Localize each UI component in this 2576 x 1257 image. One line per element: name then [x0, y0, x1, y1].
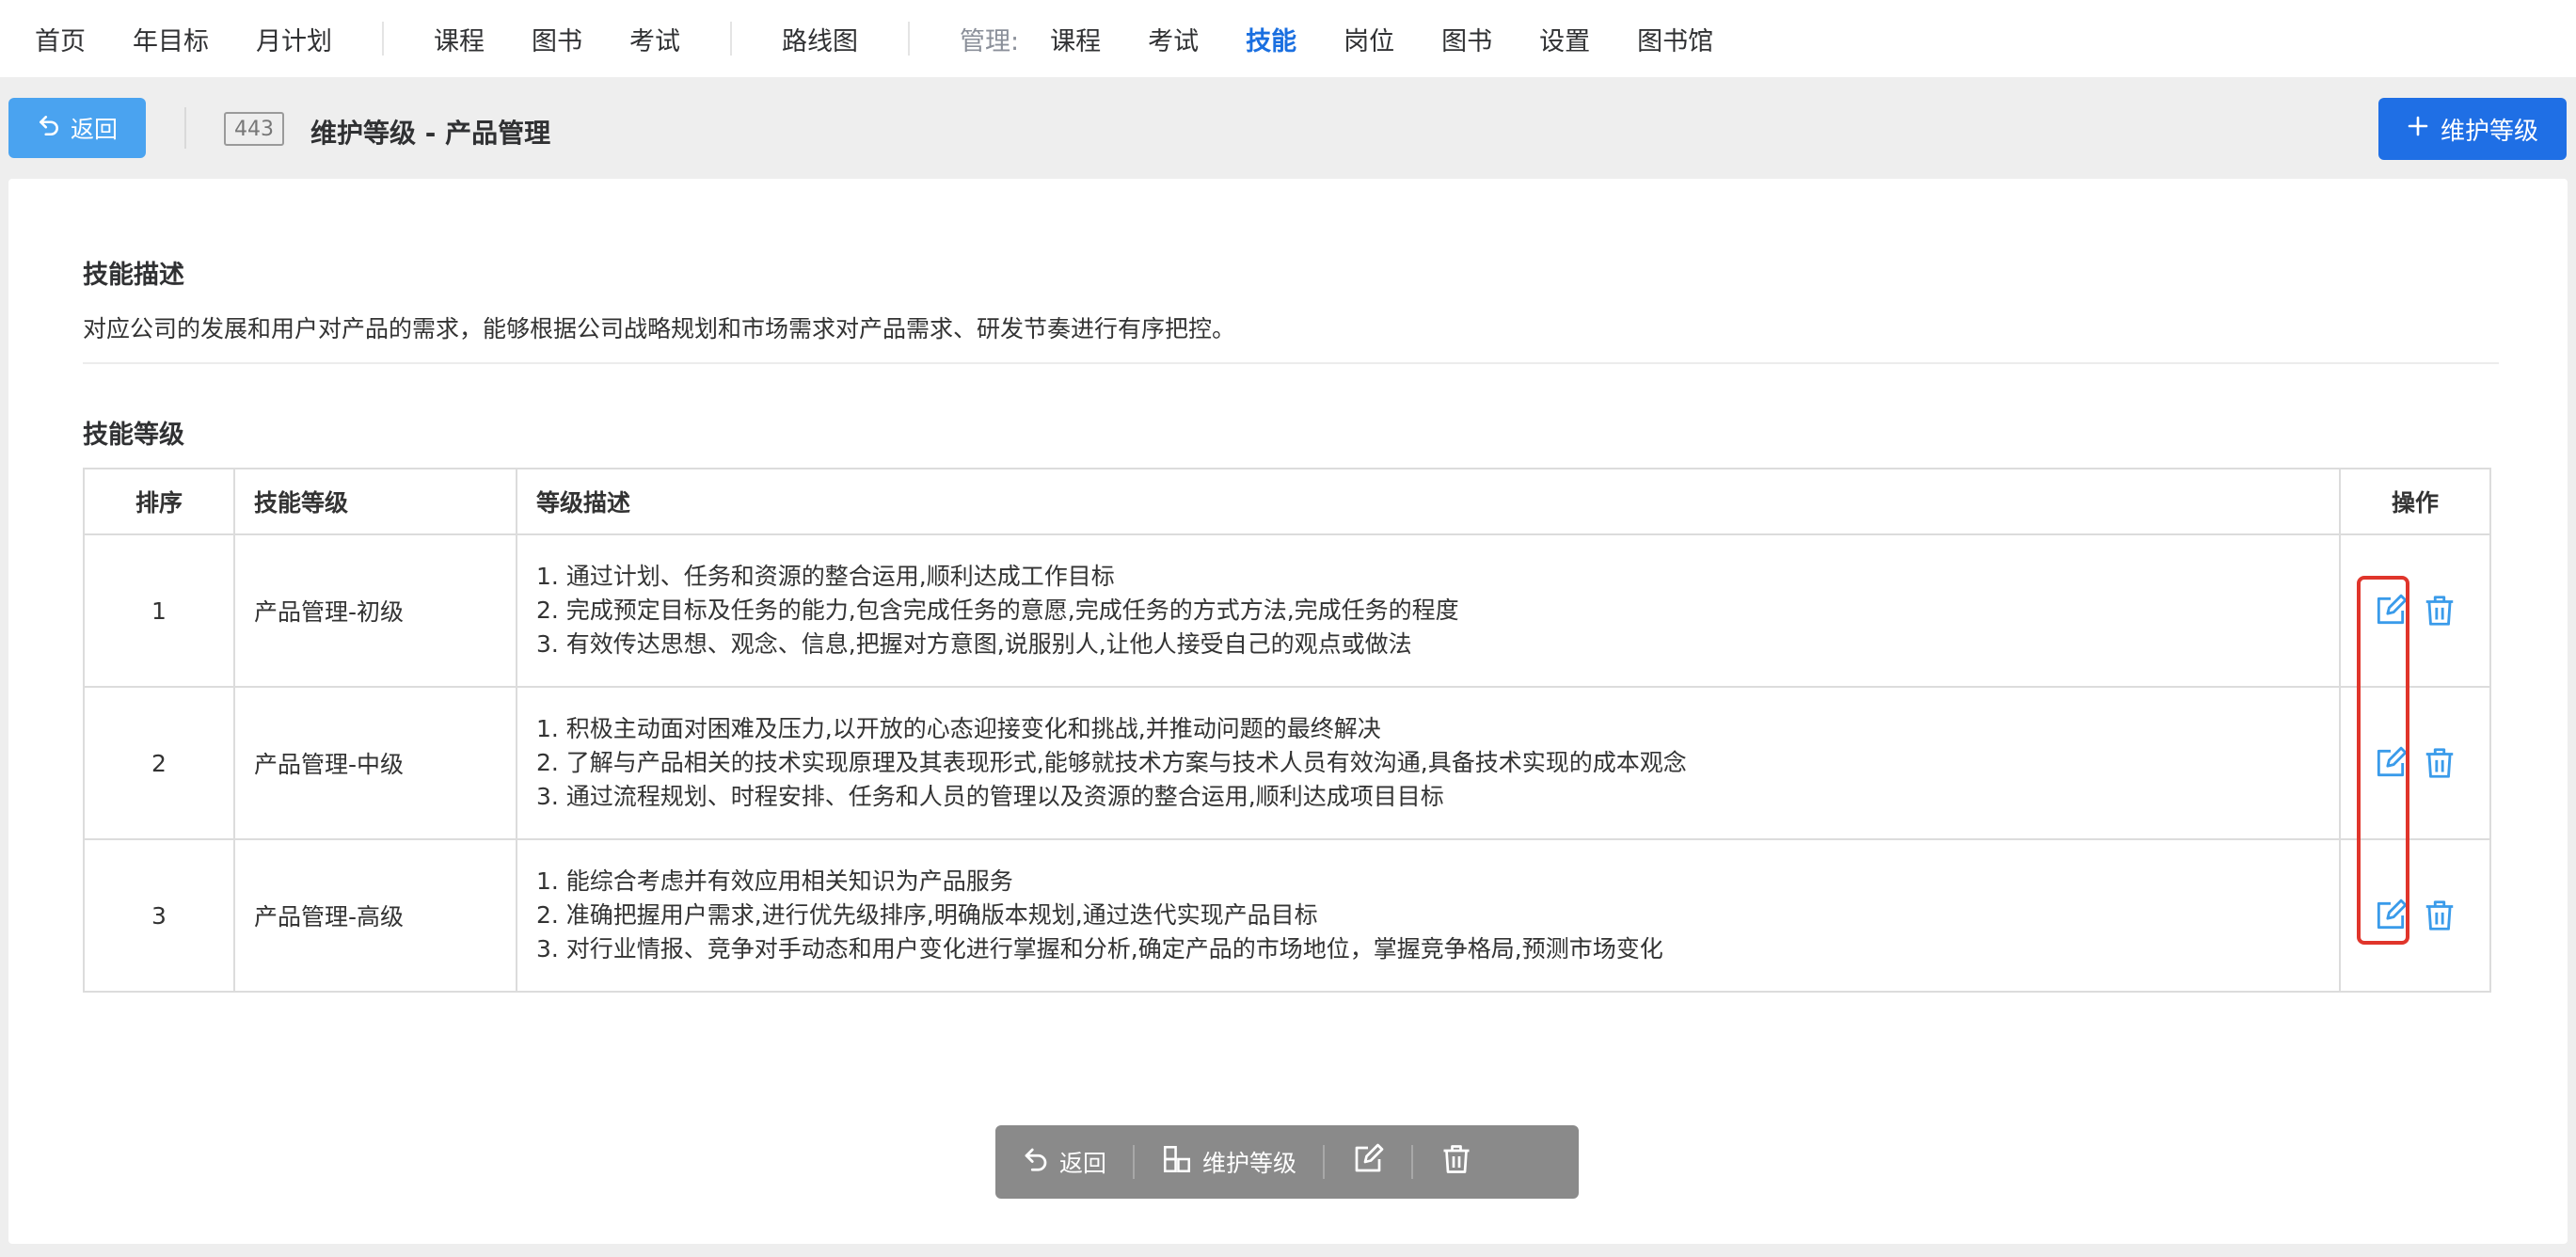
table-header-row: 排序 技能等级 等级描述 操作 [83, 468, 2491, 535]
col-header-level: 技能等级 [233, 468, 517, 535]
row-order: 2 [83, 686, 235, 840]
desc-line: 3. 有效传达思想、观念、信息,把握对方意图,说服别人,让他人接受自己的观点或做… [536, 630, 1412, 658]
table-row: 1 产品管理-初级 1. 通过计划、任务和资源的整合运用,顺利达成工作目标 2.… [83, 533, 2491, 688]
nav-manage-courses[interactable]: 课程 [1026, 21, 1124, 57]
edit-icon[interactable] [2373, 745, 2409, 781]
edit-icon[interactable] [2373, 898, 2409, 933]
nav-home[interactable]: 首页 [11, 21, 109, 57]
nav-divider [382, 22, 384, 56]
add-level-label: 维护等级 [2440, 117, 2538, 146]
row-desc: 1. 能综合考虑并有效应用相关知识为产品服务 2. 准确把握用户需求,进行优先级… [516, 838, 2341, 993]
header-divider [184, 107, 186, 149]
nav-manage-library[interactable]: 图书馆 [1614, 21, 1737, 57]
row-order: 3 [83, 838, 235, 993]
nav-month-plan[interactable]: 月计划 [232, 21, 356, 57]
nav-books[interactable]: 图书 [508, 21, 606, 57]
nav-manage-label: 管理: [960, 26, 1020, 56]
edit-icon[interactable] [2373, 593, 2409, 628]
add-level-button[interactable]: 维护等级 [2378, 98, 2567, 160]
row-level: 产品管理-中级 [233, 686, 517, 840]
row-ops [2339, 686, 2491, 840]
back-button-label: 返回 [70, 116, 118, 143]
skill-desc-title: 技能描述 [83, 261, 184, 290]
nav-manage-settings[interactable]: 设置 [1516, 21, 1614, 57]
row-level: 产品管理-初级 [233, 533, 517, 688]
desc-line: 1. 积极主动面对困难及压力,以开放的心态迎接变化和挑战,并推动问题的最终解决 [536, 715, 1381, 742]
trash-icon [1439, 1142, 1473, 1182]
nav-exams[interactable]: 考试 [606, 21, 704, 57]
id-badge: 443 [224, 112, 284, 146]
col-header-order: 排序 [83, 468, 235, 535]
float-back-label: 返回 [1059, 1150, 1107, 1177]
nav-manage-exams[interactable]: 考试 [1124, 21, 1222, 57]
nav-manage-books[interactable]: 图书 [1418, 21, 1516, 57]
row-desc: 1. 通过计划、任务和资源的整合运用,顺利达成工作目标 2. 完成预定目标及任务… [516, 533, 2341, 688]
nav-courses[interactable]: 课程 [410, 21, 508, 57]
table-row: 2 产品管理-中级 1. 积极主动面对困难及压力,以开放的心态迎接变化和挑战,并… [83, 686, 2491, 840]
row-desc: 1. 积极主动面对困难及压力,以开放的心态迎接变化和挑战,并推动问题的最终解决 … [516, 686, 2341, 840]
plus-icon [2407, 115, 2429, 144]
col-header-ops: 操作 [2339, 468, 2491, 535]
back-button[interactable]: 返回 [8, 98, 146, 158]
trash-icon[interactable] [2422, 745, 2457, 781]
nav-roadmap[interactable]: 路线图 [758, 21, 882, 57]
nav-manage-skills[interactable]: 技能 [1222, 21, 1320, 57]
floating-toolbar: 返回 维护等级 [995, 1125, 1579, 1199]
trash-icon[interactable] [2422, 898, 2457, 933]
desc-line: 2. 完成预定目标及任务的能力,包含完成任务的意愿,完成任务的方式方法,完成任务… [536, 597, 1459, 624]
row-ops [2339, 838, 2491, 993]
row-order: 1 [83, 533, 235, 688]
col-header-desc: 等级描述 [516, 468, 2341, 535]
nav-year-goal[interactable]: 年目标 [109, 21, 232, 57]
skill-desc-text: 对应公司的发展和用户对产品的需求，能够根据公司战略规划和市场需求对产品需求、研发… [83, 315, 1236, 342]
desc-line: 2. 准确把握用户需求,进行优先级排序,明确版本规划,通过迭代实现产品目标 [536, 901, 1318, 929]
float-manage-levels-label: 维护等级 [1202, 1150, 1297, 1177]
float-manage-levels-button[interactable]: 维护等级 [1135, 1143, 1323, 1181]
desc-line: 2. 了解与产品相关的技术实现原理及其表现形式,能够就技术方案与技术人员有效沟通… [536, 749, 1687, 776]
table-row: 3 产品管理-高级 1. 能综合考虑并有效应用相关知识为产品服务 2. 准确把握… [83, 838, 2491, 993]
top-nav: 首页 年目标 月计划 课程 图书 考试 路线图 管理: 课程 考试 技能 岗位 … [0, 0, 2576, 77]
undo-icon [1022, 1145, 1050, 1179]
section-divider [83, 362, 2499, 364]
desc-line: 1. 通过计划、任务和资源的整合运用,顺利达成工作目标 [536, 563, 1115, 590]
float-delete-button[interactable] [1413, 1142, 1500, 1182]
desc-line: 1. 能综合考虑并有效应用相关知识为产品服务 [536, 867, 1013, 895]
nav-divider [730, 22, 732, 56]
nav-manage-positions[interactable]: 岗位 [1320, 21, 1418, 57]
float-back-button[interactable]: 返回 [995, 1145, 1133, 1179]
desc-line: 3. 对行业情报、竞争对手动态和用户变化进行掌握和分析,确定产品的市场地位，掌握… [536, 935, 1663, 963]
desc-line: 3. 通过流程规划、时程安排、任务和人员的管理以及资源的整合运用,顺利达成项目目… [536, 783, 1444, 810]
levels-table: 排序 技能等级 等级描述 操作 1 产品管理-初级 1. 通过计划、任务和资源的… [83, 468, 2491, 993]
edit-icon [1351, 1142, 1385, 1182]
row-level: 产品管理-高级 [233, 838, 517, 993]
row-ops [2339, 533, 2491, 688]
undo-icon [37, 113, 61, 143]
nav-divider [908, 22, 910, 56]
float-edit-button[interactable] [1325, 1142, 1411, 1182]
trash-icon[interactable] [2422, 593, 2457, 628]
page-title: 维护等级 - 产品管理 [310, 118, 551, 149]
blocks-icon [1161, 1143, 1193, 1181]
skill-levels-title: 技能等级 [83, 421, 184, 450]
